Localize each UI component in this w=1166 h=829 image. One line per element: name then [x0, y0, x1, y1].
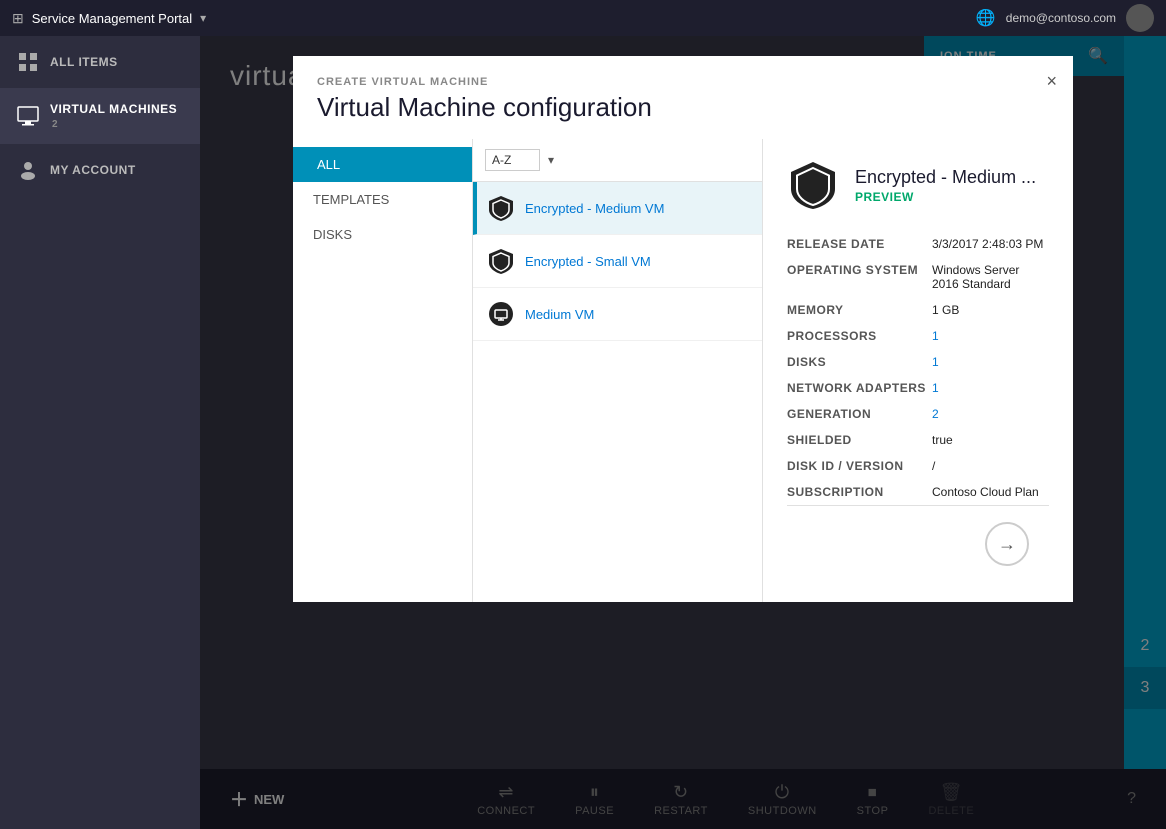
- list-toolbar: A-Z Z-A Newest Oldest ▾: [473, 139, 762, 182]
- modal-nav: ALL TEMPLATES DISKS: [293, 139, 473, 602]
- sidebar-item-virtual-machines[interactable]: VIRTUAL MACHINES 2: [0, 88, 200, 144]
- app-logo-icon: ⊞: [12, 10, 24, 27]
- detail-header: Encrypted - Medium ... PREVIEW: [787, 159, 1049, 211]
- field-value: true: [932, 427, 1049, 453]
- modal-header: CREATE VIRTUAL MACHINE Virtual Machine c…: [293, 56, 1073, 139]
- table-row: SHIELDED true: [787, 427, 1049, 453]
- shield-icon: [487, 247, 515, 275]
- field-value: Windows Server 2016 Standard: [932, 257, 1049, 297]
- globe-icon: 🌐: [976, 8, 996, 28]
- user-email: demo@contoso.com: [1006, 11, 1116, 25]
- modal-title: Virtual Machine configuration: [317, 92, 1049, 123]
- nav-item-disks[interactable]: DISKS: [293, 217, 472, 252]
- sidebar-item-all-items[interactable]: ALL ITEMS: [0, 36, 200, 88]
- dropdown-icon[interactable]: ▾: [200, 11, 206, 25]
- detail-title: Encrypted - Medium ...: [855, 167, 1036, 188]
- list-item[interactable]: Medium VM: [473, 288, 762, 341]
- chevron-down-icon[interactable]: ▾: [548, 153, 554, 167]
- field-value: 1: [932, 323, 1049, 349]
- list-item-label: Encrypted - Small VM: [525, 254, 651, 269]
- arrow-btn-wrap: →: [787, 505, 1049, 582]
- main-layout: ALL ITEMS VIRTUAL MACHINES 2: [0, 36, 1166, 829]
- field-value: 1 GB: [932, 297, 1049, 323]
- nav-item-templates[interactable]: TEMPLATES: [293, 182, 472, 217]
- sidebar-item-label: MY ACCOUNT: [50, 163, 136, 177]
- table-row: OPERATING SYSTEM Windows Server 2016 Sta…: [787, 257, 1049, 297]
- detail-table: RELEASE DATE 3/3/2017 2:48:03 PM OPERATI…: [787, 231, 1049, 505]
- vm-icon: [487, 300, 515, 328]
- detail-panel: Encrypted - Medium ... PREVIEW RELEASE D…: [763, 139, 1073, 602]
- table-row: DISKS 1: [787, 349, 1049, 375]
- modal-body: ALL TEMPLATES DISKS A-Z: [293, 139, 1073, 602]
- large-shield-icon: [787, 159, 839, 211]
- detail-status: PREVIEW: [855, 190, 1036, 204]
- field-value: 2: [932, 401, 1049, 427]
- table-row: SUBSCRIPTION Contoso Cloud Plan: [787, 479, 1049, 505]
- app-title: Service Management Portal: [32, 11, 192, 26]
- modal: CREATE VIRTUAL MACHINE Virtual Machine c…: [293, 56, 1073, 602]
- field-value: /: [932, 453, 1049, 479]
- sidebar: ALL ITEMS VIRTUAL MACHINES 2: [0, 36, 200, 829]
- table-row: NETWORK ADAPTERS 1: [787, 375, 1049, 401]
- field-value: 1: [932, 349, 1049, 375]
- content-area: virtual machines ION TIME 🔍 17 3:41:21 P…: [200, 36, 1166, 829]
- table-row: DISK ID / VERSION /: [787, 453, 1049, 479]
- shield-icon: [487, 194, 515, 222]
- monitor-icon: [16, 104, 40, 128]
- sort-select[interactable]: A-Z Z-A Newest Oldest: [485, 149, 540, 171]
- modal-overlay: CREATE VIRTUAL MACHINE Virtual Machine c…: [200, 36, 1166, 829]
- modal-subtitle: CREATE VIRTUAL MACHINE: [317, 76, 1049, 88]
- table-row: GENERATION 2: [787, 401, 1049, 427]
- sidebar-item-label: ALL ITEMS: [50, 55, 118, 69]
- list-item[interactable]: Encrypted - Medium VM: [473, 182, 762, 235]
- detail-icon: [787, 159, 839, 211]
- table-row: RELEASE DATE 3/3/2017 2:48:03 PM: [787, 231, 1049, 257]
- person-icon: [16, 158, 40, 182]
- avatar: [1126, 4, 1154, 32]
- sidebar-item-label: VIRTUAL MACHINES: [50, 102, 177, 116]
- field-value: Contoso Cloud Plan: [932, 479, 1049, 505]
- next-button[interactable]: →: [985, 522, 1029, 566]
- vm-list: Encrypted - Medium VM Encrypted - Small …: [473, 182, 762, 602]
- list-item[interactable]: Encrypted - Small VM: [473, 235, 762, 288]
- list-item-label: Medium VM: [525, 307, 594, 322]
- table-row: PROCESSORS 1: [787, 323, 1049, 349]
- nav-item-all[interactable]: ALL: [293, 147, 472, 182]
- grid-icon: [16, 50, 40, 74]
- top-bar: ⊞ Service Management Portal ▾ 🌐 demo@con…: [0, 0, 1166, 36]
- close-button[interactable]: ×: [1046, 72, 1057, 90]
- list-item-label: Encrypted - Medium VM: [525, 201, 664, 216]
- sidebar-item-my-account[interactable]: MY ACCOUNT: [0, 144, 200, 196]
- top-bar-right: 🌐 demo@contoso.com: [976, 4, 1154, 32]
- sidebar-badge: 2: [52, 119, 58, 130]
- top-bar-left: ⊞ Service Management Portal ▾: [12, 10, 206, 27]
- table-row: MEMORY 1 GB: [787, 297, 1049, 323]
- field-value: 3/3/2017 2:48:03 PM: [932, 231, 1049, 257]
- field-value: 1: [932, 375, 1049, 401]
- vm-list-panel: A-Z Z-A Newest Oldest ▾: [473, 139, 763, 602]
